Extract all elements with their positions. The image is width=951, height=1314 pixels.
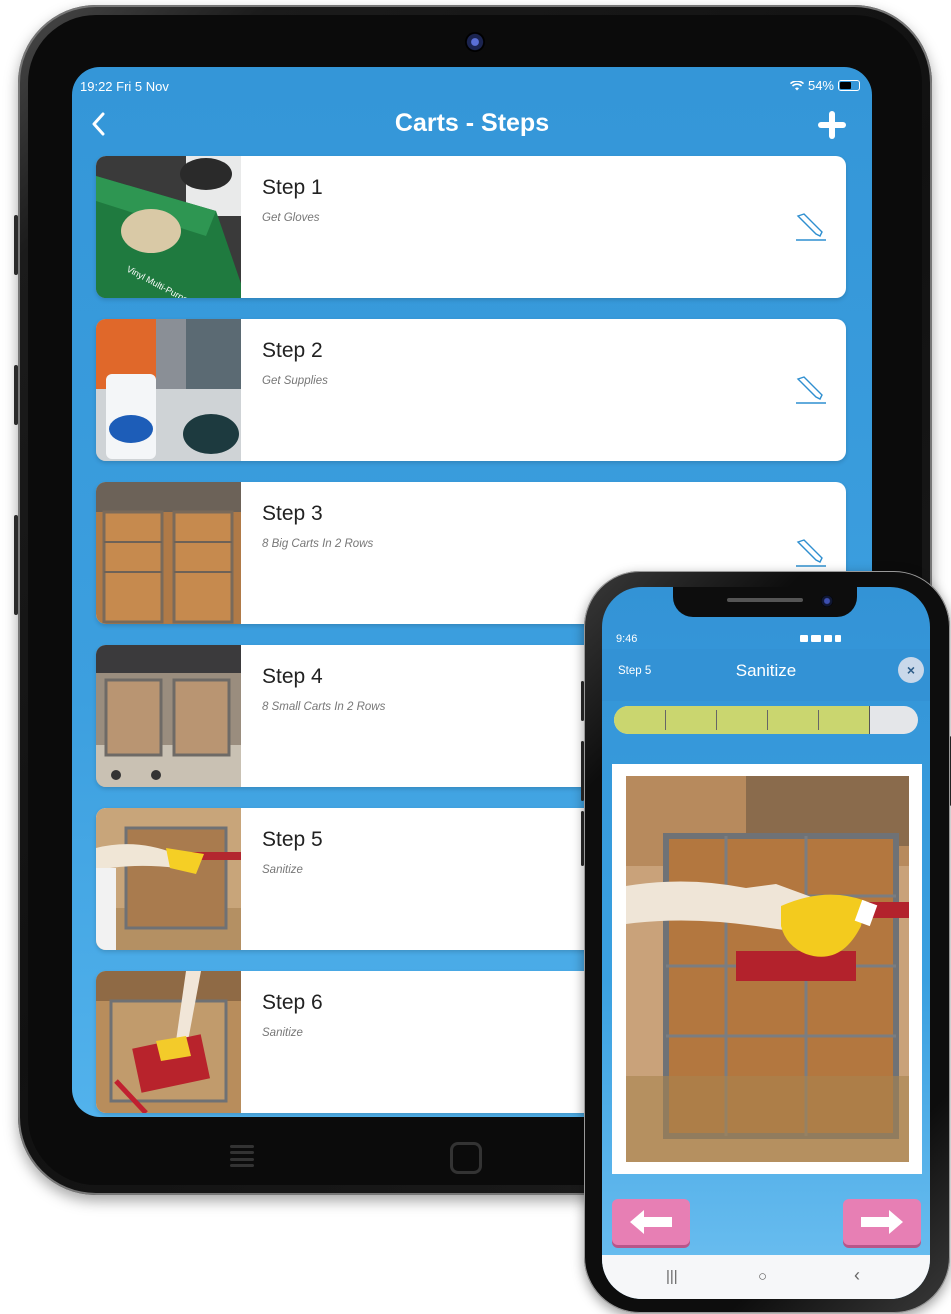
step-subtitle: Sanitize: [262, 864, 303, 876]
status-time: 19:22 Fri 5 Nov: [80, 79, 169, 94]
step-title: Sanitize: [735, 661, 797, 680]
cleaning-supplies-photo: [96, 319, 241, 461]
phone-device: 9:46 Step 5 Sanitize × ||| ○ ‹: [581, 571, 951, 1313]
arrow-right-icon: [861, 1210, 903, 1234]
battery-icon: [838, 80, 860, 91]
tablet-volume-up: [14, 215, 18, 275]
arrow-left-icon: [630, 1210, 672, 1234]
home-button-icon: [450, 1142, 482, 1174]
step-photo-frame: [612, 764, 922, 1174]
step-subtitle: 8 Big Carts In 2 Rows: [262, 538, 374, 550]
battery-percent: 54%: [807, 78, 834, 93]
step-subtitle: Get Gloves: [262, 212, 320, 224]
step-title: Step 3: [262, 502, 323, 525]
previous-step-button[interactable]: [612, 1199, 690, 1245]
sanitize-handle-photo: [96, 808, 241, 950]
progress-segment-divider: [767, 710, 769, 730]
phone-volume-down: [581, 741, 584, 801]
step-card-2[interactable]: Step 2 Get Supplies: [96, 319, 846, 461]
step-title: Step 5: [262, 828, 323, 851]
phone-camera: [821, 595, 833, 607]
phone-side-key: [581, 811, 584, 866]
step-title: Step 2: [262, 339, 323, 362]
gloves-box-photo: Vinyl Multi-Purpose Gloves: [96, 156, 241, 298]
step-title: Step 4: [262, 665, 323, 688]
step-subtitle: Sanitize: [262, 1027, 303, 1039]
phone-screen: 9:46 Step 5 Sanitize × ||| ○ ‹: [602, 587, 930, 1299]
progress-segment-divider: [818, 710, 820, 730]
step-card-1[interactable]: Vinyl Multi-Purpose Gloves Step 1 Get Gl…: [96, 156, 846, 298]
progress-segment-divider: [665, 710, 667, 730]
home-icon[interactable]: ○: [758, 1268, 767, 1285]
pencil-edit-icon[interactable]: [796, 534, 830, 568]
pencil-edit-icon[interactable]: [796, 208, 830, 242]
phone-volume-up: [581, 681, 584, 721]
small-carts-rows-photo: [96, 645, 241, 787]
step-title: Step 6: [262, 991, 323, 1014]
tablet-status-bar: 19:22 Fri 5 Nov 54%: [72, 67, 872, 101]
plus-icon[interactable]: [816, 109, 848, 141]
progress-segment-divider: [716, 710, 718, 730]
speaker-grille: [727, 598, 803, 602]
tablet-nav-bar: Carts - Steps: [72, 103, 872, 147]
close-icon[interactable]: ×: [898, 657, 924, 683]
android-nav-bar: ||| ○ ‹: [602, 1255, 930, 1299]
menu-icon: [230, 1145, 254, 1167]
big-carts-rows-photo: [96, 482, 241, 624]
step-subtitle: 8 Small Carts In 2 Rows: [262, 701, 386, 713]
phone-notch: [673, 587, 857, 617]
back-icon[interactable]: ‹: [854, 1265, 860, 1286]
tablet-volume-down: [14, 365, 18, 425]
tablet-side-button: [14, 515, 18, 615]
progress-fill: [614, 706, 871, 734]
phone-header: Step 5 Sanitize ×: [602, 649, 930, 701]
sanitize-seat-photo: [96, 971, 241, 1113]
recent-apps-icon[interactable]: |||: [666, 1268, 678, 1285]
sanitize-cart-handle-photo: [626, 776, 909, 1162]
step-progress-bar: [614, 706, 918, 734]
wifi-icon: [789, 80, 804, 90]
tablet-camera: [465, 32, 485, 52]
step-subtitle: Get Supplies: [262, 375, 328, 387]
page-title: Carts - Steps: [394, 109, 550, 137]
next-step-button[interactable]: [843, 1199, 921, 1245]
pencil-edit-icon[interactable]: [796, 371, 830, 405]
phone-status-time: 9:46: [616, 633, 638, 645]
phone-status-icons: [800, 634, 850, 643]
step-title: Step 1: [262, 176, 323, 199]
